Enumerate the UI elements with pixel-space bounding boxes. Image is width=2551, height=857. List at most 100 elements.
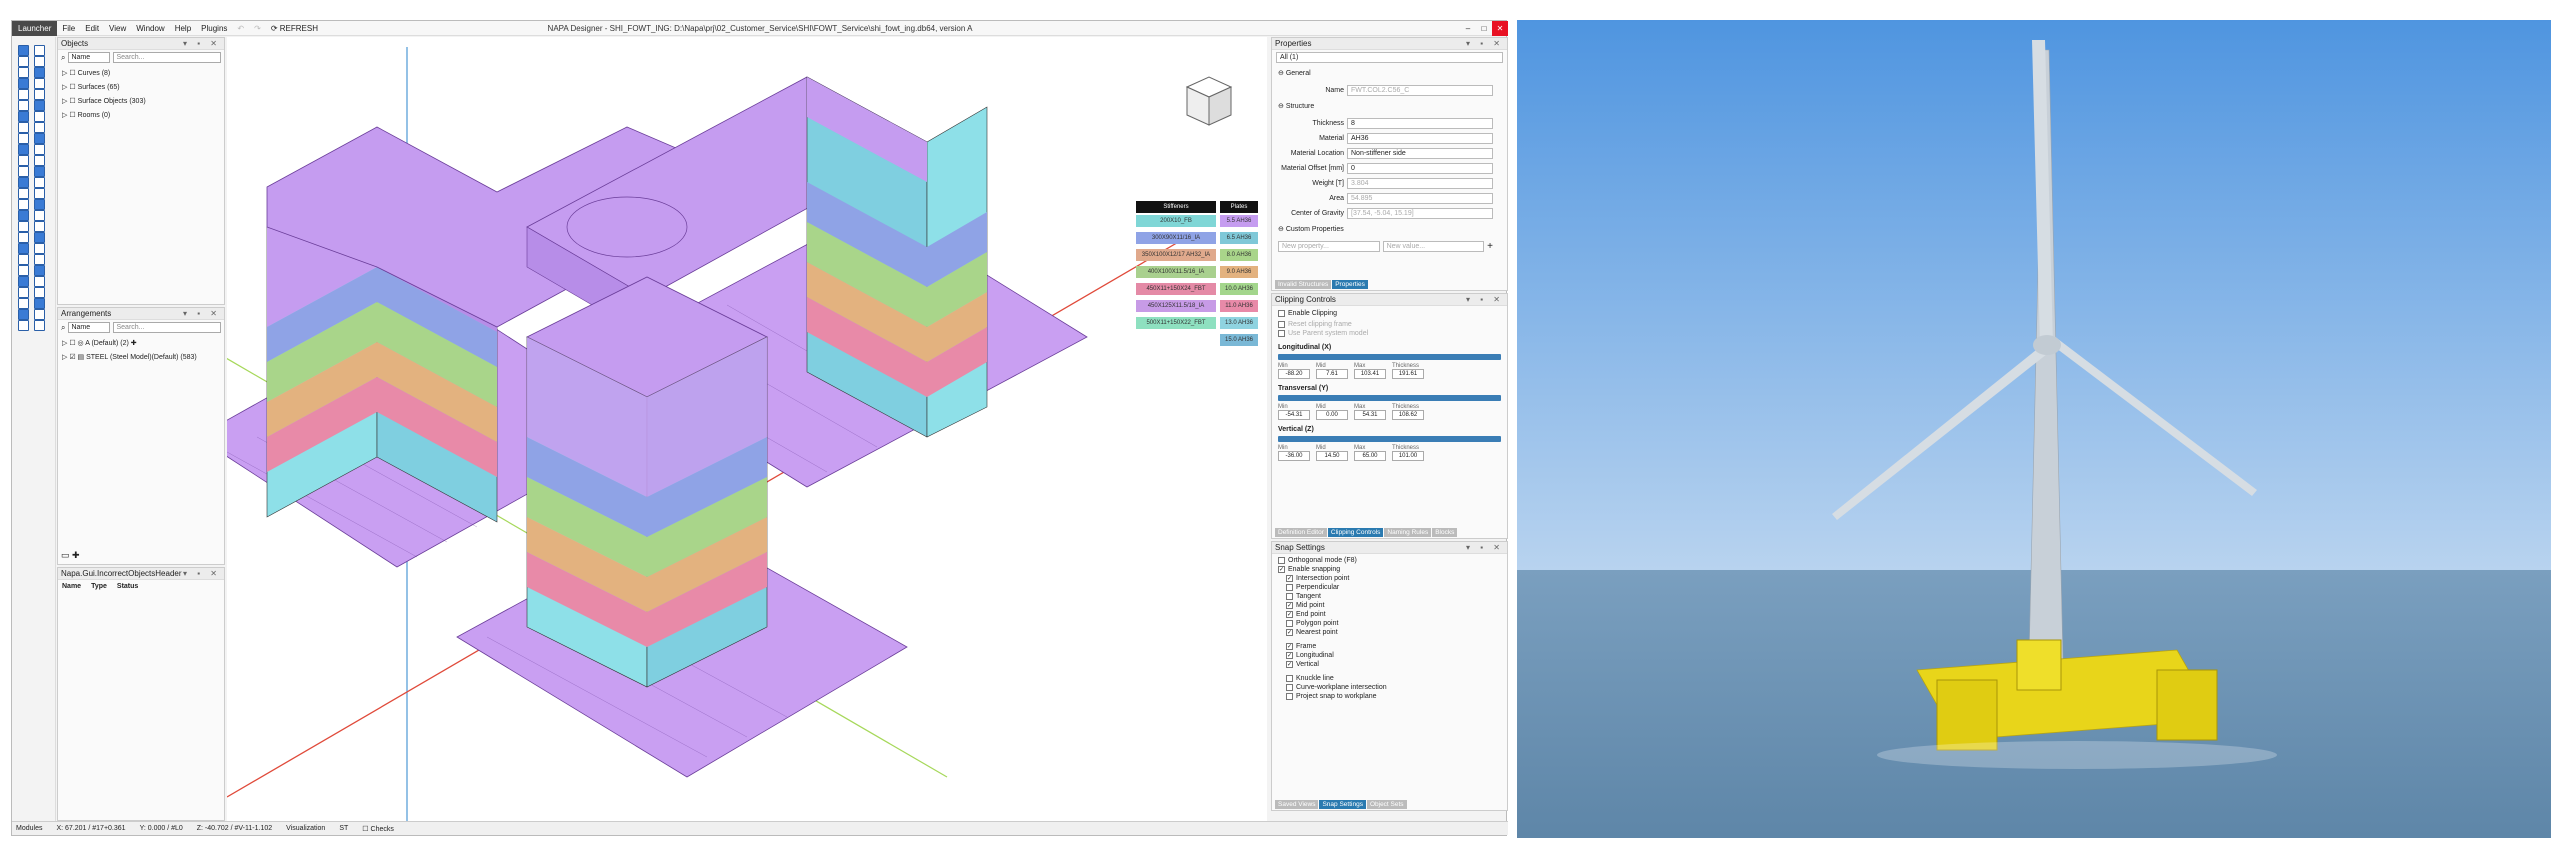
room-icon[interactable]: [18, 199, 29, 210]
clip-mid-input[interactable]: 7.61: [1316, 369, 1348, 379]
objects-search-input[interactable]: Search...: [113, 52, 221, 63]
tab-object-sets[interactable]: Object Sets: [1366, 800, 1407, 809]
clip-mid-input[interactable]: 0.00: [1316, 410, 1348, 420]
curve-icon[interactable]: [18, 276, 29, 287]
redo-icon[interactable]: ↷: [249, 24, 266, 33]
snap-checkbox[interactable]: ✓: [1286, 575, 1293, 582]
plane-icon[interactable]: [34, 67, 45, 78]
general-section[interactable]: ⊖ General: [1272, 65, 1507, 83]
tree-item-surfaces[interactable]: ▷ ☐ Surfaces (65): [62, 81, 220, 95]
property-value[interactable]: AH36: [1347, 133, 1493, 144]
room-icon[interactable]: [18, 309, 29, 320]
snap-checkbox[interactable]: [1286, 593, 1293, 600]
tab-blocks[interactable]: Blocks: [1432, 528, 1458, 537]
curve-icon[interactable]: [18, 56, 29, 67]
arrangements-search-input[interactable]: Search...: [113, 322, 221, 333]
visualization-menu[interactable]: Visualization: [286, 825, 325, 832]
cut-icon[interactable]: [18, 243, 29, 254]
property-value[interactable]: [37.54, -5.04, 15.19]: [1347, 208, 1493, 219]
clip-thickness-input[interactable]: 191.61: [1392, 369, 1424, 379]
snap-checkbox[interactable]: [1286, 620, 1293, 627]
new-property-input[interactable]: New property...: [1278, 241, 1380, 252]
cut-icon[interactable]: [18, 298, 29, 309]
col-type[interactable]: Type: [91, 583, 107, 590]
menu-window[interactable]: Window: [131, 24, 169, 33]
clip-max-input[interactable]: 103.41: [1354, 369, 1386, 379]
select-icon[interactable]: [18, 45, 29, 56]
modules-menu[interactable]: Modules: [16, 825, 42, 832]
tab-definition-editor[interactable]: Definition Editor: [1275, 528, 1327, 537]
panel-controls[interactable]: ▾ ▪ ✕: [183, 308, 221, 320]
snap-checkbox[interactable]: ✓: [1286, 661, 1293, 668]
cut-icon[interactable]: [18, 78, 29, 89]
line-icon[interactable]: [34, 111, 45, 122]
room-icon[interactable]: [18, 254, 29, 265]
extrude-icon[interactable]: [34, 254, 45, 265]
menu-view[interactable]: View: [104, 24, 131, 33]
undo-icon[interactable]: ↶: [232, 24, 249, 33]
tree-item-a-default[interactable]: ▷ ☐ ◎ A (Default) (2) ✚: [62, 337, 220, 351]
snap-checkbox[interactable]: [1286, 584, 1293, 591]
curve-icon[interactable]: [18, 221, 29, 232]
view-icon[interactable]: [34, 100, 45, 111]
checks-toggle[interactable]: ☐ Checks: [362, 825, 394, 833]
name-combo[interactable]: Name: [68, 322, 111, 333]
select-icon[interactable]: [18, 210, 29, 221]
snap-checkbox[interactable]: ✓: [1286, 611, 1293, 618]
tree-item-steel[interactable]: ▷ ☑ ▤ STEEL (Steel Model)(Default) (583): [62, 351, 220, 365]
new-value-input[interactable]: New value...: [1382, 241, 1485, 252]
clip-range-slider[interactable]: [1278, 395, 1501, 401]
custom-properties-section[interactable]: ⊖ Custom Properties: [1272, 221, 1507, 239]
select-icon[interactable]: [18, 100, 29, 111]
trim-icon[interactable]: [34, 298, 45, 309]
snap-checkbox[interactable]: ✓: [1278, 566, 1285, 573]
tab-properties[interactable]: Properties: [1332, 280, 1368, 289]
cut-icon[interactable]: [18, 133, 29, 144]
snap-checkbox[interactable]: [1286, 675, 1293, 682]
property-value[interactable]: 54.895: [1347, 193, 1493, 204]
snap-checkbox[interactable]: ✓: [1286, 629, 1293, 636]
minimize-button[interactable]: –: [1460, 21, 1476, 36]
plane-icon[interactable]: [34, 177, 45, 188]
clip-min-input[interactable]: -54.31: [1278, 410, 1310, 420]
view-icon[interactable]: [34, 155, 45, 166]
enable-clipping-checkbox[interactable]: [1278, 309, 1285, 317]
panel-controls[interactable]: ▾ ▪ ✕: [183, 38, 221, 50]
tab-naming-rules[interactable]: Naming Rules: [1384, 528, 1432, 537]
clip-mid-input[interactable]: 14.50: [1316, 451, 1348, 461]
clip-max-input[interactable]: 65.00: [1354, 451, 1386, 461]
curve-icon[interactable]: [18, 111, 29, 122]
menu-help[interactable]: Help: [170, 24, 196, 33]
panel-controls[interactable]: ▾ ▪ ✕: [183, 568, 221, 580]
surface-icon[interactable]: [18, 122, 29, 133]
select-icon[interactable]: [18, 320, 29, 331]
maximize-button[interactable]: □: [1476, 21, 1492, 36]
plane-icon[interactable]: [34, 287, 45, 298]
name-combo[interactable]: Name: [68, 52, 111, 63]
line-icon[interactable]: [34, 56, 45, 67]
select-icon[interactable]: [18, 265, 29, 276]
snap-checkbox[interactable]: [1286, 684, 1293, 691]
select-icon[interactable]: [18, 155, 29, 166]
add-icon[interactable]: +: [1487, 241, 1507, 252]
line-icon[interactable]: [34, 276, 45, 287]
curve-icon[interactable]: [18, 166, 29, 177]
clip-thickness-input[interactable]: 101.00: [1392, 451, 1424, 461]
close-button[interactable]: ✕: [1492, 21, 1508, 36]
clip-range-slider[interactable]: [1278, 436, 1501, 442]
menu-plugins[interactable]: Plugins: [196, 24, 232, 33]
snap-checkbox[interactable]: ✓: [1286, 602, 1293, 609]
menu-file[interactable]: File: [57, 24, 80, 33]
view-icon[interactable]: [34, 210, 45, 221]
properties-filter[interactable]: All (1): [1276, 52, 1503, 63]
view-icon[interactable]: [34, 45, 45, 56]
folder-add-icon[interactable]: ▭ ✚: [61, 550, 80, 561]
3d-viewport[interactable]: [227, 37, 1267, 821]
line-icon[interactable]: [34, 221, 45, 232]
surface-icon[interactable]: [18, 67, 29, 78]
tab-snap-settings[interactable]: Snap Settings: [1319, 800, 1366, 809]
col-name[interactable]: Name: [62, 583, 81, 590]
trim-icon[interactable]: [34, 243, 45, 254]
clip-min-input[interactable]: -36.00: [1278, 451, 1310, 461]
extrude-icon[interactable]: [34, 199, 45, 210]
